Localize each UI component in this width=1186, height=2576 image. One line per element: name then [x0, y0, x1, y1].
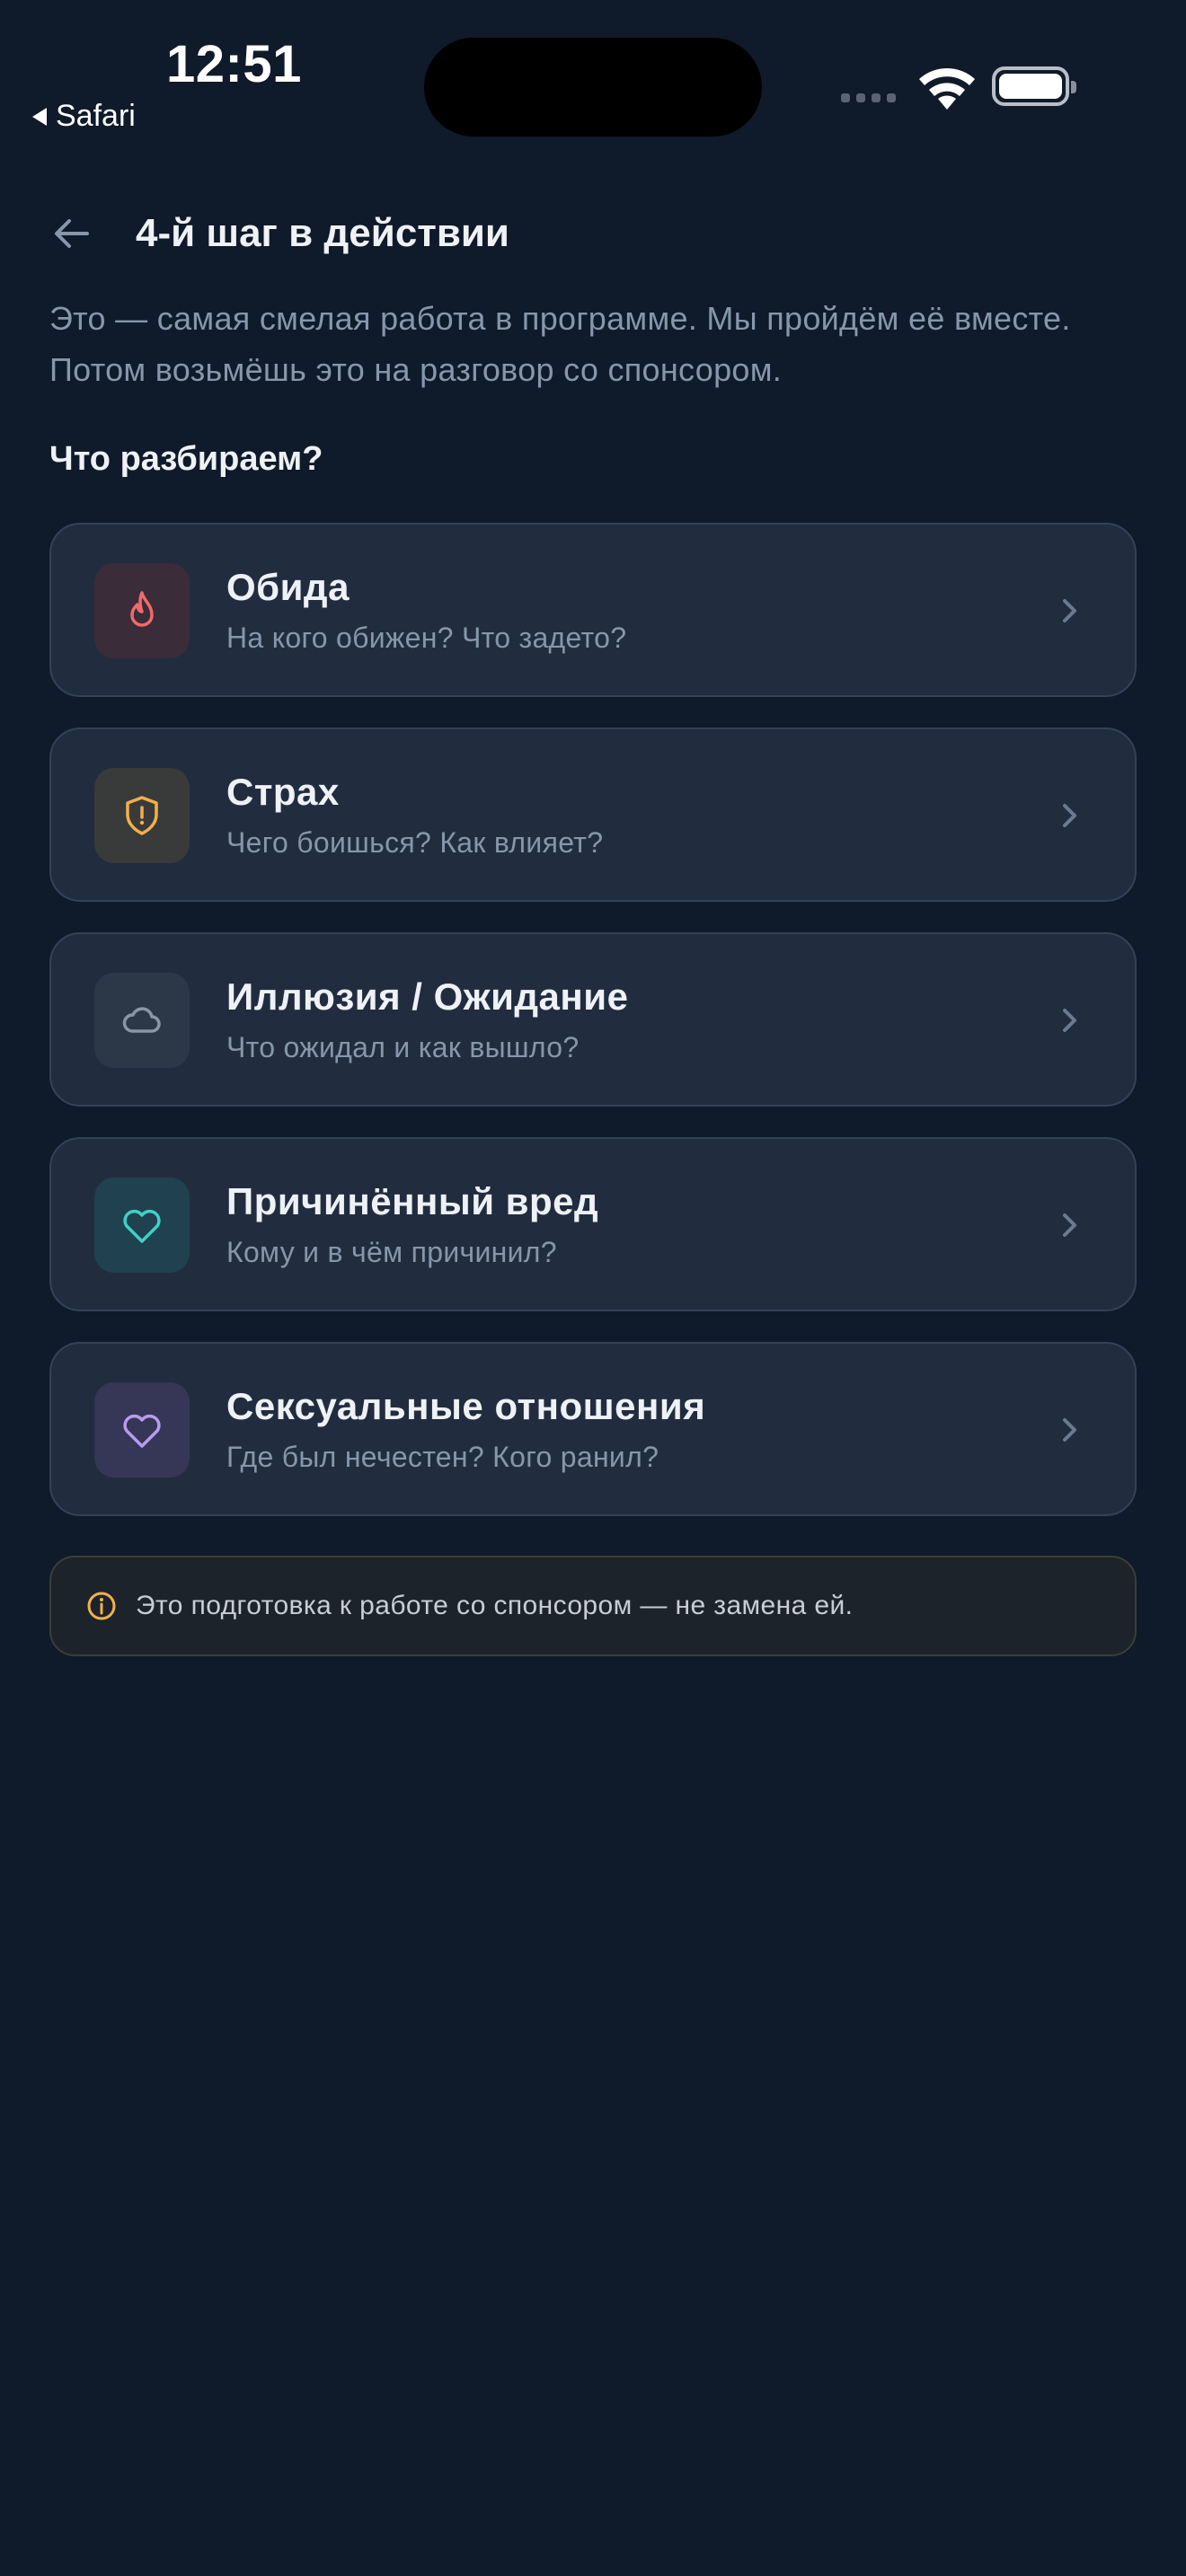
cellular-signal-icon	[841, 93, 896, 102]
card-title: Сексуальные отношения	[226, 1385, 706, 1427]
arrow-left-icon[interactable]	[49, 211, 94, 256]
category-card-harm[interactable]: Причинённый вред Кому и в чём причинил?	[49, 1137, 1137, 1311]
back-triangle-icon	[32, 107, 47, 126]
card-title: Причинённый вред	[226, 1180, 599, 1222]
icon-container	[94, 768, 190, 863]
shield-alert-icon	[126, 796, 158, 835]
category-card-illusion[interactable]: Иллюзия / Ожидание Что ожидал и как вышл…	[49, 932, 1137, 1107]
card-subtitle: Где был нечестен? Кого ранил?	[226, 1441, 659, 1473]
icon-container	[94, 563, 190, 658]
card-subtitle: На кого обижен? Что задето?	[226, 622, 627, 654]
page-header: 4-й шаг в действии	[49, 202, 509, 265]
disclaimer-text: Это подготовка к работе со спонсором — н…	[136, 1591, 854, 1620]
icon-container	[94, 973, 190, 1068]
icon-container	[94, 1178, 190, 1273]
category-card-resentment[interactable]: Обида На кого обижен? Что задето?	[49, 523, 1137, 697]
page-title: 4-й шаг в действии	[136, 211, 509, 255]
chevron-right-icon	[1063, 599, 1076, 622]
heart-icon	[123, 1209, 161, 1243]
back-app-label: Safari	[56, 99, 136, 133]
category-card-sex[interactable]: Сексуальные отношения Где был нечестен? …	[49, 1342, 1137, 1516]
battery-icon	[992, 66, 1076, 106]
heart-icon	[123, 1414, 161, 1448]
card-subtitle: Чего боишься? Как влияет?	[226, 826, 604, 859]
card-subtitle: Кому и в чём причинил?	[226, 1236, 557, 1268]
card-title: Иллюзия / Ожидание	[226, 975, 629, 1018]
status-bar: 12:51 Safari	[0, 0, 1186, 153]
disclaimer-note: Это подготовка к работе со спонсором — н…	[49, 1556, 1137, 1656]
intro-text: Это — самая смелая работа в программе. М…	[49, 300, 1071, 388]
card-subtitle: Что ожидал и как вышло?	[226, 1031, 580, 1063]
category-card-fear[interactable]: Страх Чего боишься? Как влияет?	[49, 728, 1137, 902]
card-title: Страх	[226, 771, 340, 813]
status-time: 12:51	[166, 35, 302, 93]
wifi-icon	[919, 67, 975, 110]
category-list: Обида На кого обижен? Что задето? Страх …	[49, 523, 1137, 1547]
flame-icon	[130, 591, 154, 627]
card-title: Обида	[226, 566, 350, 608]
dynamic-island	[424, 38, 762, 137]
cloud-icon	[122, 1007, 161, 1033]
section-title: Что разбираем?	[49, 440, 323, 478]
back-to-safari[interactable]: Safari	[32, 99, 136, 134]
icon-container	[94, 1382, 190, 1478]
chevron-right-icon	[1063, 804, 1076, 827]
chevron-right-icon	[1063, 1009, 1076, 1032]
info-icon	[87, 1592, 116, 1620]
chevron-right-icon	[1063, 1213, 1076, 1237]
chevron-right-icon	[1063, 1418, 1076, 1442]
